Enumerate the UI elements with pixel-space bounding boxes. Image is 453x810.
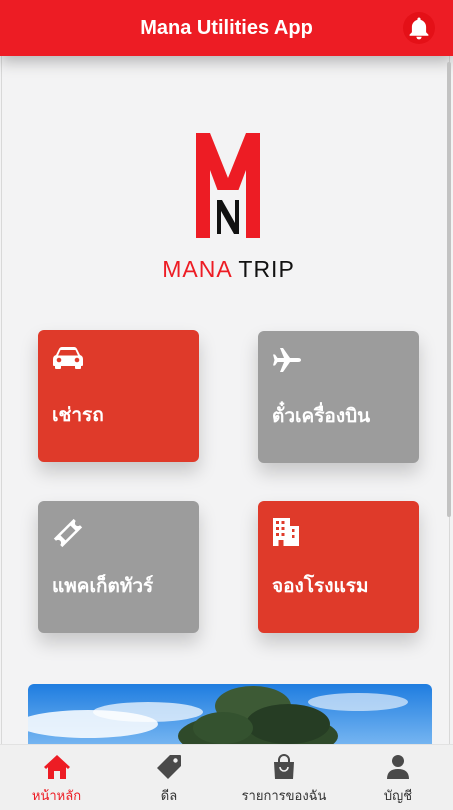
tab-my-orders-label: รายการของฉัน [241, 789, 327, 804]
promo-banner-image[interactable] [28, 684, 432, 744]
hotel-booking-tile[interactable]: จองโรงแรม [258, 501, 419, 633]
brand-main: MANA [162, 256, 232, 282]
flight-ticket-tile[interactable]: ตั๋วเครื่องบิน [258, 331, 419, 463]
hotel-icon [273, 518, 299, 546]
brand-sub: TRIP [238, 256, 295, 282]
brand-name: MANA TRIP [2, 256, 449, 283]
tab-account[interactable]: บัญชี [343, 745, 453, 810]
home-icon [43, 755, 70, 779]
tour-package-label: แพคเก็ตทัวร์ [52, 575, 154, 597]
tab-deals[interactable]: ดีล [113, 745, 225, 810]
tab-my-orders[interactable]: รายการของฉัน [225, 745, 343, 810]
car-icon [53, 347, 83, 369]
hotel-booking-label: จองโรงแรม [272, 575, 369, 597]
app-title: Mana Utilities App [140, 16, 313, 39]
ticket-icon [53, 518, 83, 548]
car-rental-label: เช่ารถ [52, 404, 104, 426]
tag-icon [157, 755, 181, 779]
home-content[interactable]: MANA TRIP เช่ารถ ตั๋วเครื่องบิน แพคเก็ตท… [1, 56, 450, 744]
content-scrollbar[interactable] [447, 62, 451, 517]
user-icon [387, 755, 409, 779]
tab-home-label: หน้าหลัก [31, 789, 82, 804]
tab-home[interactable]: หน้าหลัก [0, 745, 113, 810]
mana-trip-logo [196, 133, 260, 238]
flight-ticket-label: ตั๋วเครื่องบิน [272, 405, 371, 427]
notification-button[interactable] [403, 12, 435, 44]
tab-deals-label: ดีล [160, 789, 178, 804]
tour-package-tile[interactable]: แพคเก็ตทัวร์ [38, 501, 199, 633]
airplane-icon [273, 348, 301, 372]
bottom-nav: หน้าหลัก ดีล รายการของฉัน บัญชี [0, 744, 453, 810]
car-rental-tile[interactable]: เช่ารถ [38, 330, 199, 462]
tab-account-label: บัญชี [383, 789, 413, 804]
app-header: Mana Utilities App [0, 0, 453, 56]
bell-icon [409, 17, 429, 40]
shopping-bag-icon [274, 754, 294, 779]
